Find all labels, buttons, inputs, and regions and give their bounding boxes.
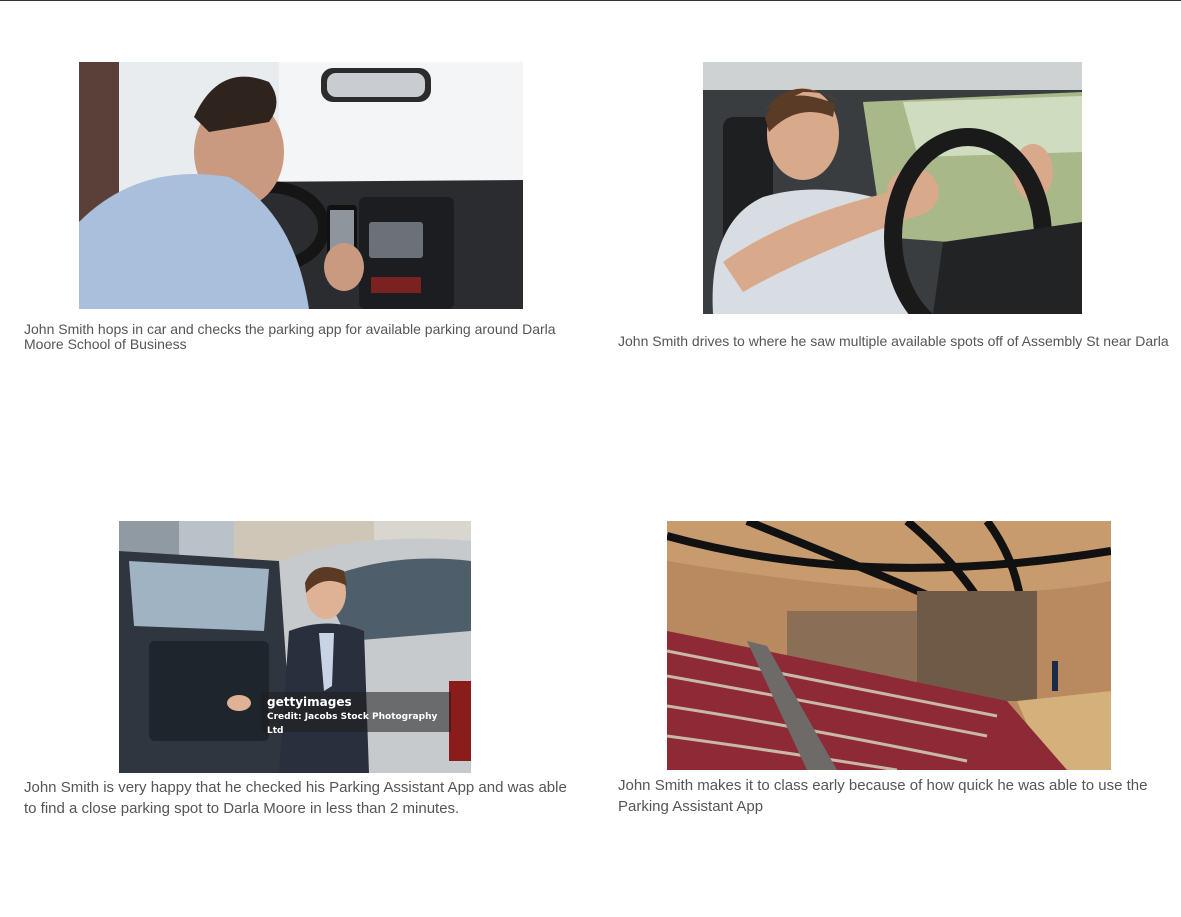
photo-young-man-driving bbox=[703, 62, 1082, 314]
caption-panel-1: John Smith hops in car and checks the pa… bbox=[24, 321, 556, 352]
photo-lecture-hall bbox=[667, 521, 1111, 770]
photo-businessman-exiting-car: gettyimages Credit: Jacobs Stock Photogr… bbox=[119, 521, 471, 773]
caption-panel-2: John Smith drives to where he saw multip… bbox=[618, 333, 1169, 349]
caption-panel-4: John Smith makes it to class early becau… bbox=[618, 777, 1148, 815]
getty-watermark: gettyimages Credit: Jacobs Stock Photogr… bbox=[261, 692, 451, 736]
watermark-credit: Credit: Jacobs Stock Photography Ltd bbox=[267, 712, 438, 736]
top-divider bbox=[0, 0, 1181, 1]
watermark-brand: gettyimages bbox=[267, 695, 352, 709]
photo-man-checking-phone bbox=[79, 62, 523, 309]
caption-panel-3: John Smith is very happy that he checked… bbox=[24, 779, 567, 817]
